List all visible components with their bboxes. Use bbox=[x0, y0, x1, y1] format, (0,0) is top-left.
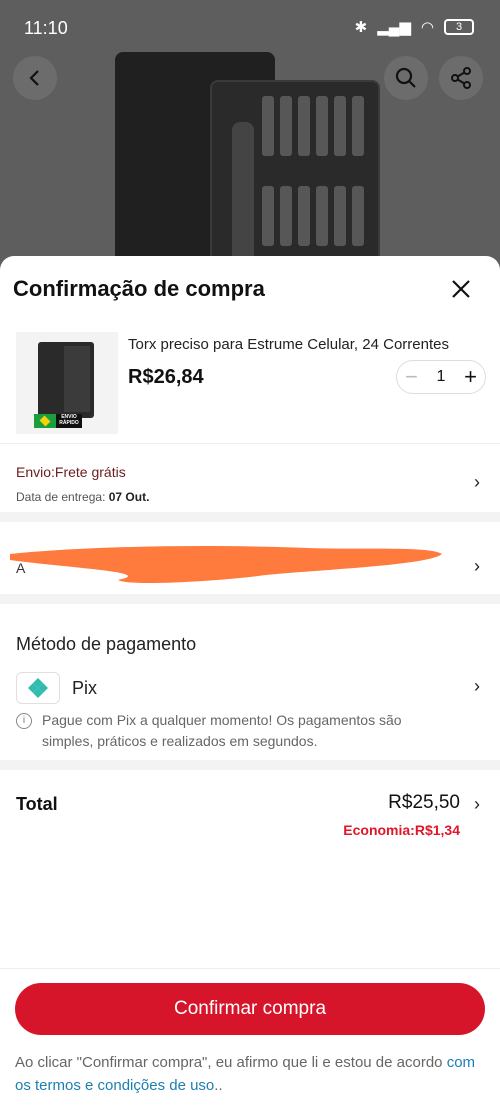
wifi-icon: ◠ bbox=[420, 19, 434, 36]
payment-section: Método de pagamento Pix › i Pague com Pi… bbox=[0, 614, 500, 770]
terms-prefix: Ao clicar "Confirmar compra", eu afirmo … bbox=[15, 1054, 447, 1071]
delivery-date: Data de entrega: 07 Out. bbox=[16, 490, 149, 504]
back-button[interactable] bbox=[13, 56, 57, 100]
shipping-row[interactable]: Envio:Frete grátis Data de entrega: 07 O… bbox=[0, 446, 500, 522]
chevron-right-icon: › bbox=[474, 794, 480, 814]
chevron-right-icon: › bbox=[474, 556, 480, 576]
terms-suffix: .. bbox=[214, 1077, 223, 1094]
address-row[interactable]: A › bbox=[0, 532, 500, 604]
close-icon bbox=[452, 280, 470, 298]
payment-info-text: Pague com Pix a qualquer momento! Os pag… bbox=[42, 712, 402, 749]
battery-icon: 3 bbox=[444, 19, 474, 35]
status-time: 11:10 bbox=[24, 18, 68, 38]
fast-shipping-badge: ENVIO RÁPIDO bbox=[56, 414, 82, 428]
purchase-confirmation-sheet: Confirmação de compra ENVIO RÁPIDO Torx … bbox=[0, 256, 500, 1111]
chevron-right-icon[interactable]: › bbox=[474, 676, 480, 697]
terms-text: Ao clicar "Confirmar compra", eu afirmo … bbox=[15, 1051, 490, 1097]
pix-logo-icon bbox=[16, 672, 60, 704]
quantity-value: 1 bbox=[436, 368, 446, 385]
thumb-tray bbox=[64, 346, 90, 412]
product-row: ENVIO RÁPIDO Torx preciso para Estrume C… bbox=[0, 332, 500, 444]
status-bar: 11:10 ✱ ▂▄▆ ◠ 3 bbox=[0, 0, 500, 56]
payment-method-pix[interactable]: Pix bbox=[72, 678, 97, 699]
increase-quantity-button[interactable]: + bbox=[464, 366, 477, 388]
status-icons: ✱ ▂▄▆ ◠ 3 bbox=[355, 18, 474, 36]
confirm-purchase-button[interactable]: Confirmar compra bbox=[15, 983, 485, 1035]
arrow-left-icon bbox=[29, 70, 39, 86]
pix-icon bbox=[28, 678, 48, 698]
quantity-stepper: − 1 + bbox=[396, 360, 486, 394]
share-button[interactable] bbox=[439, 56, 483, 100]
payment-title: Método de pagamento bbox=[16, 634, 197, 654]
total-value: R$25,50 bbox=[388, 792, 460, 813]
bluetooth-icon: ✱ bbox=[354, 19, 368, 36]
sheet-title: Confirmação de compra bbox=[13, 276, 265, 301]
info-icon: i bbox=[16, 713, 32, 729]
total-label: Total bbox=[16, 794, 58, 814]
saving-amount: Economia:R$1,34 bbox=[343, 822, 460, 838]
brazil-flag-icon bbox=[34, 414, 56, 428]
signal-icon: ▂▄▆ bbox=[377, 19, 411, 36]
product-name: Torx preciso para Estrume Celular, 24 Co… bbox=[128, 336, 449, 353]
total-row[interactable]: Total R$25,50 › Economia:R$1,34 bbox=[0, 780, 500, 860]
product-thumbnail: ENVIO RÁPIDO bbox=[16, 332, 118, 434]
chevron-right-icon: › bbox=[474, 472, 480, 492]
screwdriver-handle bbox=[232, 122, 254, 262]
bits-row-top bbox=[262, 96, 366, 156]
payment-info: i Pague com Pix a qualquer momento! Os p… bbox=[16, 710, 456, 752]
footer: Confirmar compra Ao clicar "Confirmar co… bbox=[0, 968, 500, 1111]
product-price: R$26,84 bbox=[128, 366, 204, 388]
decrease-quantity-button[interactable]: − bbox=[405, 366, 418, 388]
shipping-label: Envio:Frete grátis bbox=[16, 464, 126, 480]
share-icon bbox=[451, 67, 471, 89]
search-button[interactable] bbox=[384, 56, 428, 100]
delivery-date-value: 07 Out. bbox=[108, 490, 150, 504]
close-button[interactable] bbox=[448, 276, 474, 302]
redaction-scribble bbox=[10, 546, 442, 583]
bits-row-bottom bbox=[262, 186, 366, 246]
delivery-date-label: Data de entrega: bbox=[16, 490, 106, 504]
search-icon bbox=[395, 67, 416, 88]
